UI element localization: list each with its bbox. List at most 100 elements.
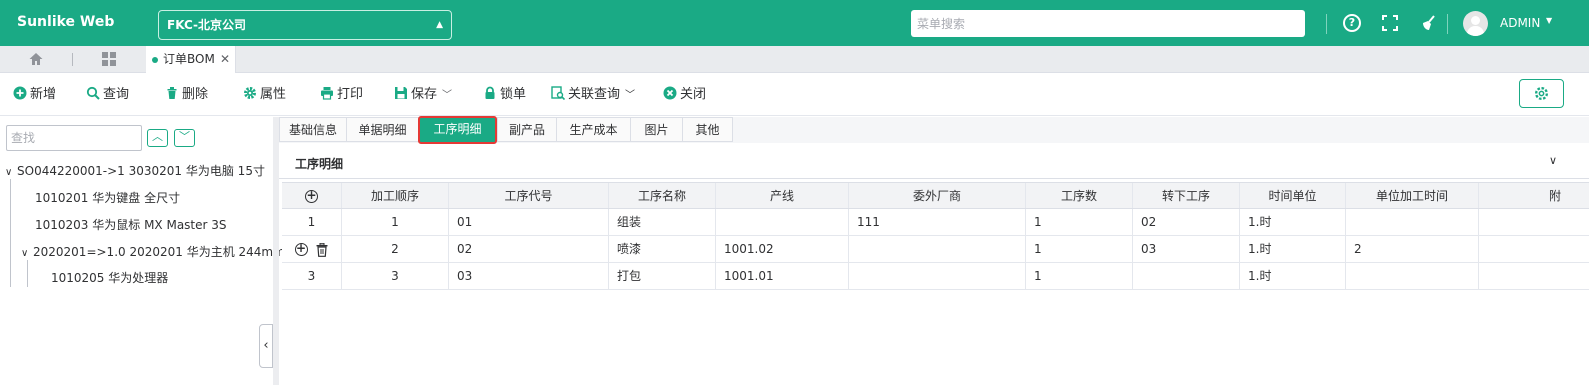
col-header[interactable]: 委外厂商 [849, 183, 1026, 208]
cell-time-unit[interactable]: 1.时 [1240, 263, 1346, 289]
expand-arrow-icon[interactable]: ∨ [21, 248, 33, 259]
top-bar: Sunlike Web FKC-北京公司 ▲ ? ADMIN ▼ [0, 0, 1589, 46]
tree-node[interactable]: ∨ 2020201=>1.0 2020201 华为主机 244mm x [21, 243, 296, 260]
close-button[interactable]: 关闭 [663, 86, 706, 104]
search-icon [86, 86, 100, 100]
save-button[interactable]: 保存 ﹀ [394, 86, 452, 104]
section-header[interactable]: 工序明细 ∨ [279, 145, 1589, 179]
collapse-panel-handle[interactable]: ‹ [259, 324, 273, 368]
related-query-button[interactable]: 关联查询 ﹀ [551, 86, 635, 104]
cell-sequence[interactable]: 1 [342, 209, 449, 235]
tab-production-cost[interactable]: 生产成本 [556, 117, 631, 142]
cell-vendor[interactable]: 111 [849, 209, 1026, 235]
chevron-up-icon[interactable]: ︿ [147, 129, 168, 147]
cell-process-code[interactable]: 01 [449, 209, 609, 235]
clean-icon[interactable] [1418, 12, 1440, 34]
tab-basic-info[interactable]: 基础信息 [279, 117, 347, 142]
cell-process-code[interactable]: 02 [449, 236, 609, 262]
cell-vendor[interactable] [849, 263, 1026, 289]
add-row-icon[interactable]: + [305, 189, 318, 203]
related-search-icon [551, 86, 565, 100]
col-header[interactable]: 时间单位 [1240, 183, 1346, 208]
cell-time-unit[interactable]: 1.时 [1240, 209, 1346, 235]
col-header[interactable]: 附 [1479, 183, 1589, 208]
page-tab-strip: 订单BOM ✕ [0, 46, 1589, 73]
delete-button[interactable]: 删除 [165, 86, 208, 104]
new-button[interactable]: 新增 [13, 86, 56, 104]
cell-process-name[interactable]: 喷漆 [609, 236, 716, 262]
cell-time-unit[interactable]: 1.时 [1240, 236, 1346, 262]
chevron-down-icon[interactable]: ﹀ [442, 90, 452, 101]
home-icon[interactable] [28, 51, 44, 67]
cell-process-count[interactable]: 1 [1026, 236, 1133, 262]
cell-vendor[interactable] [849, 236, 1026, 262]
close-button-label: 关闭 [680, 87, 707, 102]
insert-row-icon[interactable]: + [294, 242, 308, 256]
new-button-label: 新增 [30, 87, 57, 102]
settings-button[interactable] [1519, 79, 1564, 108]
tab-document-details[interactable]: 单据明细 [346, 117, 419, 142]
query-button[interactable]: 查询 [86, 86, 129, 104]
cell-process-code[interactable]: 03 [449, 263, 609, 289]
menu-search-input[interactable] [911, 10, 1305, 37]
lock-order-button-label: 锁单 [500, 87, 527, 102]
col-header[interactable]: 工序数 [1026, 183, 1133, 208]
caret-down-icon[interactable]: ▼ [1546, 16, 1552, 25]
cell-unit-time[interactable] [1346, 209, 1479, 235]
cell-line[interactable] [716, 209, 849, 235]
table-row[interactable]: 1 1 01 组装 111 1 02 1.时 [282, 209, 1589, 236]
close-circle-icon [663, 86, 677, 100]
page-tab-order-bom[interactable]: 订单BOM ✕ [146, 46, 236, 73]
properties-button[interactable]: 属性 [243, 86, 286, 104]
chevron-down-icon[interactable]: ﹀ [625, 90, 635, 101]
print-button[interactable]: 打印 [320, 86, 363, 104]
tree-search-input[interactable] [6, 125, 142, 151]
cell-sequence[interactable]: 3 [342, 263, 449, 289]
chevron-down-icon[interactable]: ∨ [1549, 154, 1557, 167]
related-query-button-label: 关联查询 [568, 87, 621, 102]
user-name[interactable]: ADMIN [1500, 16, 1540, 30]
tree-node[interactable]: 1010205 华为处理器 [51, 269, 168, 286]
tab-other[interactable]: 其他 [682, 117, 733, 142]
tree-node[interactable]: ∨ SO044220001->1 3030201 华为电脑 15寸 [5, 162, 265, 179]
bom-tree-panel: ︿ ﹀ ∨SO044220001->1 3030201 华为电脑 15寸 101… [0, 117, 296, 385]
cell-process-name[interactable]: 组装 [609, 209, 716, 235]
cell-next-process[interactable] [1133, 263, 1240, 289]
cell-line[interactable]: 1001.01 [716, 263, 849, 289]
cell-unit-time[interactable] [1346, 263, 1479, 289]
col-header[interactable]: 工序名称 [609, 183, 716, 208]
table-row[interactable]: 3 3 03 打包 1001.01 1 1.时 [282, 263, 1589, 290]
lock-order-button[interactable]: 锁单 [483, 86, 526, 104]
cell-next-process[interactable]: 03 [1133, 236, 1240, 262]
apps-grid-icon[interactable] [102, 52, 116, 66]
cell-line[interactable]: 1001.02 [716, 236, 849, 262]
tree-guide-line [10, 179, 11, 287]
tree-node[interactable]: 1010201 华为键盘 全尺寸 [35, 189, 180, 206]
cell-unit-time[interactable]: 2 [1346, 236, 1479, 262]
table-row[interactable]: + 2 02 喷漆 1001.02 1 03 1.时 2 [282, 236, 1589, 263]
close-icon[interactable]: ✕ [220, 46, 230, 72]
cell-sequence[interactable]: 2 [342, 236, 449, 262]
chevron-down-icon[interactable]: ﹀ [174, 129, 195, 147]
help-icon[interactable]: ? [1341, 12, 1363, 34]
col-header[interactable]: 产线 [716, 183, 849, 208]
avatar-icon[interactable] [1463, 11, 1488, 36]
tab-by-products[interactable]: 副产品 [497, 117, 557, 142]
trash-icon[interactable] [316, 242, 328, 257]
fullscreen-icon[interactable] [1379, 12, 1401, 34]
tree-node[interactable]: 1010203 华为鼠标 MX Master 3S [35, 216, 227, 233]
cell-next-process[interactable]: 02 [1133, 209, 1240, 235]
cell-process-count[interactable]: 1 [1026, 263, 1133, 289]
cell-process-count[interactable]: 1 [1026, 209, 1133, 235]
row-number: 3 [282, 263, 342, 289]
col-header[interactable]: 工序代号 [449, 183, 609, 208]
col-header[interactable]: 单位加工时间 [1346, 183, 1479, 208]
detail-tabs: 基础信息 单据明细 工序明细 副产品 生产成本 图片 其他 [279, 116, 1589, 144]
col-header[interactable]: 加工顺序 [342, 183, 449, 208]
tab-process-details[interactable]: 工序明细 [418, 116, 497, 144]
tab-images[interactable]: 图片 [630, 117, 683, 142]
expand-arrow-icon[interactable]: ∨ [5, 167, 17, 178]
company-select[interactable]: FKC-北京公司 ▲ [158, 10, 452, 40]
col-header[interactable]: 转下工序 [1133, 183, 1240, 208]
cell-process-name[interactable]: 打包 [609, 263, 716, 289]
